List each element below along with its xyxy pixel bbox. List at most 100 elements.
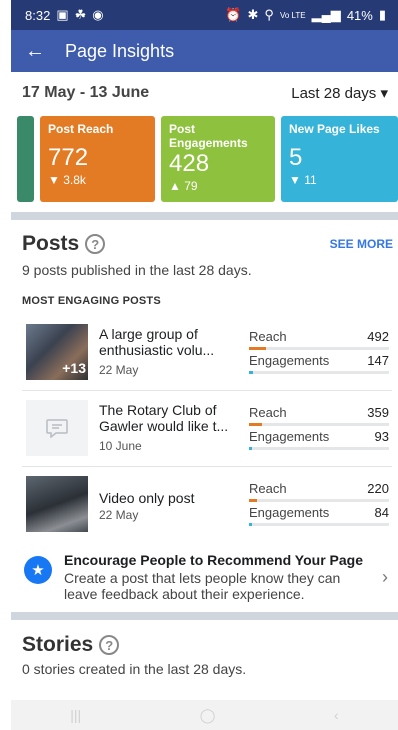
bluetooth-icon: ✱ [247, 7, 259, 22]
reach-value: 359 [367, 405, 389, 420]
reach-bar [249, 347, 266, 350]
metric-card-label: New Page Likes [289, 122, 380, 136]
post-divider [22, 390, 392, 391]
metric-card-post-engagements[interactable]: Post Engagements 428 ▲ 79 [161, 116, 275, 202]
signal-icon: ▂▄▆ [311, 7, 341, 22]
metric-card-delta-value: 79 [184, 179, 198, 193]
photo-count-badge: +13 [62, 360, 86, 376]
star-icon: ★ [24, 556, 52, 584]
post-date: 22 May [99, 363, 139, 377]
stories-header: Stories ? [22, 633, 120, 657]
post-title: The Rotary Club of Gawler would like t..… [99, 402, 229, 434]
metric-card-value: 5 [289, 144, 303, 171]
reach-metric: Reach 492 [249, 329, 389, 350]
engagements-label: Engagements [249, 429, 330, 444]
location-icon: ⚲ [264, 7, 274, 22]
engagements-metric: Engagements 147 [249, 353, 389, 374]
help-icon[interactable]: ? [85, 234, 106, 254]
engagements-bar [249, 371, 254, 374]
engagements-bar [249, 447, 252, 450]
page-title: Page Insights [65, 40, 175, 61]
engagements-value: 93 [374, 429, 389, 444]
posts-header: Posts? SEE MORE [22, 232, 393, 256]
engagements-metric: Engagements 84 [249, 505, 389, 526]
metric-card-post-reach[interactable]: Post Reach 772 ▼ 3.8k [40, 116, 155, 202]
post-title: Video only post [99, 490, 195, 506]
post-item[interactable]: +13 A large group of enthusiastic volu..… [22, 320, 392, 390]
reach-bar [249, 499, 258, 502]
metric-card-label: Post Engagements [169, 122, 248, 150]
alarm-icon: ⏰ [225, 7, 242, 22]
metric-card-label: Post Reach [48, 122, 114, 136]
recommend-description: Create a post that lets people know they… [64, 570, 341, 602]
back-arrow-icon[interactable]: ← [25, 40, 53, 63]
metric-card-delta: ▼ 11 [289, 173, 390, 187]
section-divider [11, 612, 398, 620]
dropdown-caret-icon: ▾ [380, 85, 388, 102]
post-date: 10 June [99, 439, 142, 453]
date-range: 17 May - 13 June [22, 84, 150, 101]
status-bar: 8:32 ▣ ☘ ◉ ⏰ ✱ ⚲ Vo LTE ▂▄▆ 41% ▮ [11, 0, 398, 30]
reach-metric: Reach 220 [249, 481, 389, 502]
posts-subtitle: 9 posts published in the last 28 days. [22, 262, 252, 278]
reach-label: Reach [249, 405, 287, 420]
up-arrow-icon: ▲ [169, 179, 181, 193]
recommend-title: Encourage People to Recommend Your Page [64, 552, 363, 568]
metric-cards[interactable]: Post Reach 772 ▼ 3.8k Post Engagements 4… [0, 116, 398, 202]
stories-title: Stories [22, 633, 94, 656]
battery-icon: ▮ [378, 7, 386, 22]
see-more-link[interactable]: SEE MORE [330, 237, 393, 251]
post-date: 22 May [99, 508, 139, 522]
reach-value: 220 [367, 481, 389, 496]
metric-card-new-page-likes[interactable]: New Page Likes 5 ▼ 11 [281, 116, 398, 202]
metric-card-partial[interactable] [17, 116, 34, 202]
reach-value: 492 [367, 329, 389, 344]
system-nav-bar: ||| ◯ ‹ [11, 700, 398, 730]
engagements-metric: Engagements 93 [249, 429, 389, 450]
metric-card-value: 772 [48, 144, 89, 171]
section-divider [11, 212, 398, 220]
recommend-page-prompt[interactable]: ★ Encourage People to Recommend Your Pag… [22, 552, 392, 608]
posts-title: Posts [22, 232, 80, 255]
metric-card-delta-value: 3.8k [63, 173, 86, 187]
record-icon: ◉ [92, 7, 104, 22]
reach-bar [249, 423, 262, 426]
back-nav-icon[interactable]: ‹ [334, 707, 339, 723]
metric-card-value: 428 [169, 150, 210, 177]
app-notification-icon: ☘ [74, 7, 87, 22]
engagements-bar [249, 523, 252, 526]
down-arrow-icon: ▼ [289, 173, 301, 187]
period-dropdown[interactable]: Last 28 days ▾ [291, 84, 388, 102]
post-thumbnail: +13 [26, 324, 88, 380]
recent-apps-icon[interactable]: ||| [70, 707, 81, 723]
metric-card-delta-value: 11 [304, 173, 317, 187]
date-range-row: 17 May - 13 June Last 28 days ▾ [22, 84, 388, 102]
image-icon: ▣ [56, 7, 69, 22]
post-thumbnail [26, 476, 88, 532]
stories-subtitle: 0 stories created in the last 28 days. [22, 661, 247, 677]
metric-card-delta: ▼ 3.8k [48, 173, 147, 187]
post-item[interactable]: The Rotary Club of Gawler would like t..… [22, 396, 392, 466]
post-divider [22, 466, 392, 467]
engagements-label: Engagements [249, 353, 330, 368]
text-post-icon [46, 419, 68, 438]
status-time: 8:32 [25, 7, 51, 23]
post-thumbnail [26, 400, 88, 456]
engagements-value: 147 [367, 353, 389, 368]
battery-text: 41% [346, 7, 373, 23]
metric-card-delta: ▲ 79 [169, 179, 267, 193]
home-icon[interactable]: ◯ [200, 707, 216, 724]
engagements-value: 84 [374, 505, 389, 520]
help-icon[interactable]: ? [99, 635, 120, 655]
reach-label: Reach [249, 481, 287, 496]
most-engaging-label: MOST ENGAGING POSTS [22, 295, 161, 307]
app-bar: ← Page Insights [11, 30, 398, 72]
post-item[interactable]: Video only post 22 May Reach 220 Engageme… [22, 472, 392, 542]
reach-label: Reach [249, 329, 287, 344]
reach-metric: Reach 359 [249, 405, 389, 426]
post-title: A large group of enthusiastic volu... [99, 326, 215, 358]
engagements-label: Engagements [249, 505, 330, 520]
network-label: Vo LTE [279, 10, 306, 20]
period-label: Last 28 days [291, 85, 377, 102]
chevron-right-icon: › [382, 567, 388, 587]
